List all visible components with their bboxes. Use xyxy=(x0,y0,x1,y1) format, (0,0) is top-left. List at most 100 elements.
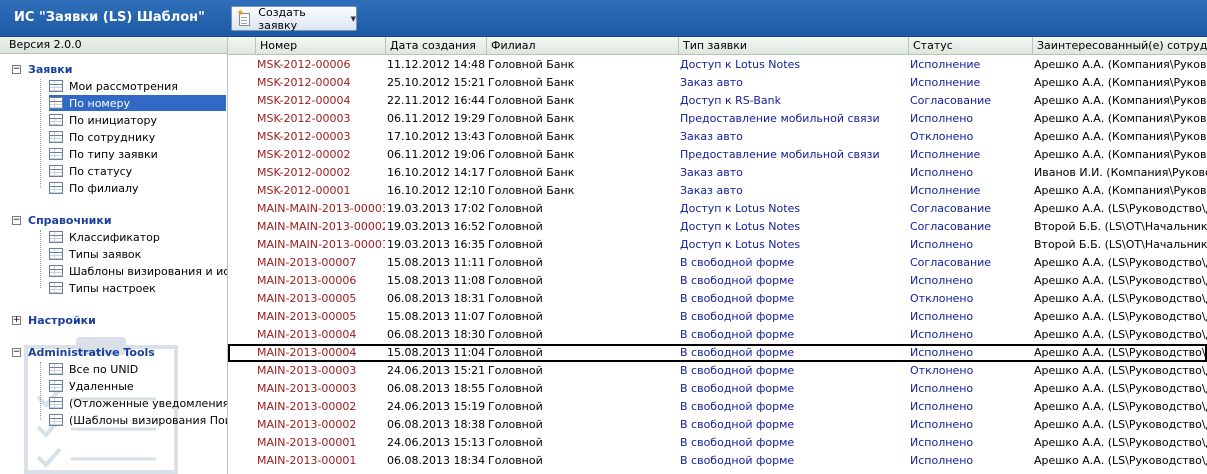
table-row[interactable]: MSK-2012-00003 17.10.2012 13:43 Головной Б… xyxy=(228,128,1207,146)
nav-label: По номеру xyxy=(69,96,130,110)
cell-created: 15.08.2013 11:11 xyxy=(387,256,486,269)
table-row[interactable]: MAIN-2013-00003 24.06.2013 15:21 Головной В… xyxy=(228,362,1207,380)
table-row[interactable]: MAIN-2013-00003 06.08.2013 18:55 Головной В… xyxy=(228,380,1207,398)
view-icon xyxy=(49,80,63,92)
app-header: ИС "Заявки (LS) Шаблон" ✦ Создать заявку… xyxy=(0,0,1207,37)
cell-type: В свободной форме xyxy=(680,418,795,431)
nav-approval-templates[interactable]: Шаблоны визирования и испол xyxy=(49,263,227,279)
collapse-icon[interactable]: − xyxy=(12,216,21,225)
col-header-status[interactable]: Статус xyxy=(908,37,1032,55)
cell-status: Исполнено xyxy=(910,328,974,341)
nav-by-type[interactable]: По типу заявки xyxy=(49,146,162,162)
cell-type: Доступ к Lotus Notes xyxy=(680,238,801,251)
col-header-type[interactable]: Тип заявки xyxy=(678,37,908,55)
table-row[interactable]: MAIN-2013-00004 06.08.2013 18:30 Головной В… xyxy=(228,326,1207,344)
nav-request-types[interactable]: Типы заявок xyxy=(49,246,145,262)
col-header-created[interactable]: Дата создания xyxy=(385,37,486,55)
section-admin-tools[interactable]: − Administrative Tools xyxy=(12,346,155,359)
grid-header: Номер Дата создания Филиал Тип заявки Ст… xyxy=(228,37,1207,55)
cell-created: 19.03.2013 16:35 xyxy=(387,238,486,251)
nav-by-number[interactable]: По номеру xyxy=(49,95,226,111)
cell-created: 06.08.2013 18:34 xyxy=(387,454,486,467)
expand-icon[interactable]: + xyxy=(12,316,21,325)
cell-status: Согласование xyxy=(910,202,992,215)
nav-label: (Отложенные уведомления) xyxy=(69,396,228,410)
cell-status: Исполнено xyxy=(910,382,974,395)
nav-setting-types[interactable]: Типы настроек xyxy=(49,280,160,296)
table-row[interactable]: MSK-2012-00002 16.10.2012 14:17 Головной Б… xyxy=(228,164,1207,182)
nav-by-employee[interactable]: По сотруднику xyxy=(49,129,159,145)
section-requests[interactable]: − Заявки xyxy=(12,63,72,76)
col-header-branch[interactable]: Филиал xyxy=(486,37,678,55)
cell-branch: Головной Банк xyxy=(488,94,575,107)
cell-type: В свободной форме xyxy=(680,436,795,449)
collapse-icon[interactable]: − xyxy=(12,348,21,357)
cell-type: В свободной форме xyxy=(680,364,795,377)
cell-status: Согласование xyxy=(910,256,992,269)
table-row[interactable]: MAIN-2013-00001 24.06.2013 15:13 Головной В… xyxy=(228,434,1207,452)
table-row[interactable]: MAIN-2013-00004 15.08.2013 11:04 Головной В… xyxy=(228,344,1207,362)
cell-type: В свободной форме xyxy=(680,310,795,323)
table-row[interactable]: MAIN-MAIN-2013-00003 19.03.2013 17:02 Голо… xyxy=(228,200,1207,218)
nav-approval-templates-search[interactable]: (Шаблоны визирования Поиск) xyxy=(49,412,227,428)
cell-created: 17.10.2012 13:43 xyxy=(387,130,486,143)
cell-type: Предоставление мобильной связи xyxy=(680,148,880,161)
nav-classifier[interactable]: Классификатор xyxy=(49,229,164,245)
table-row[interactable]: MSK-2012-00004 25.10.2012 15:21 Головной Б… xyxy=(228,74,1207,92)
nav-by-branch[interactable]: По филиалу xyxy=(49,180,143,196)
nav-label: Типы заявок xyxy=(69,247,142,261)
table-row[interactable]: MAIN-2013-00001 06.08.2013 18:34 Головной В… xyxy=(228,452,1207,470)
section-references-label: Справочники xyxy=(28,214,112,227)
nav-my-reviews[interactable]: Мои рассмотрения xyxy=(49,78,182,94)
cell-type: В свободной форме xyxy=(680,328,795,341)
table-row[interactable]: MSK-2012-00004 22.11.2012 16:44 Головной Б… xyxy=(228,92,1207,110)
table-row[interactable]: MAIN-MAIN-2013-00002 19.03.2013 16:52 Голо… xyxy=(228,218,1207,236)
cell-employee: Арешко А.А. (LS\Руководство\Дир xyxy=(1034,400,1207,413)
cell-created: 06.08.2013 18:55 xyxy=(387,382,486,395)
cell-employee: Арешко А.А. (LS\Руководство\Дир xyxy=(1034,292,1207,305)
cell-branch: Головной xyxy=(488,454,543,467)
cell-status: Исполнено xyxy=(910,112,974,125)
cell-branch: Головной xyxy=(488,400,543,413)
table-row[interactable]: MSK-2012-00002 06.11.2012 19:06 Головной Б… xyxy=(228,146,1207,164)
cell-number: MAIN-2013-00002 xyxy=(257,400,357,413)
nav-by-initiator[interactable]: По инициатору xyxy=(49,112,161,128)
cell-employee: Второй Б.Б. (LS\ОТ\Начальник отд xyxy=(1034,238,1207,251)
table-row[interactable]: MAIN-2013-00006 15.08.2013 11:08 Головной В… xyxy=(228,272,1207,290)
nav-label: Мои рассмотрения xyxy=(69,79,178,93)
table-row[interactable]: MAIN-2013-00005 06.08.2013 18:31 Головной В… xyxy=(228,290,1207,308)
nav-deleted[interactable]: Удаленные xyxy=(49,378,138,394)
cell-number: MAIN-2013-00002 xyxy=(257,418,357,431)
cell-status: Исполнено xyxy=(910,346,974,359)
cell-created: 19.03.2013 17:02 xyxy=(387,202,486,215)
nav-all-by-unid[interactable]: Все по UNID xyxy=(49,361,142,377)
nav-label: Классификатор xyxy=(69,230,160,244)
table-row[interactable]: MAIN-2013-00007 15.08.2013 11:11 Головной В… xyxy=(228,254,1207,272)
table-row[interactable]: MSK-2012-00001 16.10.2012 12:10 Головной Б… xyxy=(228,182,1207,200)
cell-created: 15.08.2013 11:08 xyxy=(387,274,486,287)
view-icon xyxy=(49,231,63,243)
nav-by-status[interactable]: По статусу xyxy=(49,163,136,179)
nav-deferred-notifications[interactable]: (Отложенные уведомления) xyxy=(49,395,228,411)
collapse-icon[interactable]: − xyxy=(12,65,21,74)
cell-employee: Арешко А.А. (LS\Руководство\Дир xyxy=(1034,256,1207,269)
table-row[interactable]: MSK-2012-00006 11.12.2012 14:48 Головной Б… xyxy=(228,56,1207,74)
table-row[interactable]: MAIN-2013-00002 24.06.2013 15:19 Головной В… xyxy=(228,398,1207,416)
table-row[interactable]: MAIN-MAIN-2013-00001 19.03.2013 16:35 Голо… xyxy=(228,236,1207,254)
section-references[interactable]: − Справочники xyxy=(12,214,112,227)
section-settings[interactable]: + Настройки xyxy=(12,314,96,327)
cell-number: MAIN-2013-00007 xyxy=(257,256,357,269)
cell-branch: Головной Банк xyxy=(488,58,575,71)
create-request-button[interactable]: ✦ Создать заявку ▼ xyxy=(231,6,357,32)
table-row[interactable]: MAIN-2013-00002 06.08.2013 18:38 Головной В… xyxy=(228,416,1207,434)
col-header-number[interactable]: Номер xyxy=(255,37,385,55)
cell-created: 06.08.2013 18:31 xyxy=(387,292,486,305)
view-icon xyxy=(49,165,63,177)
col-header-employee[interactable]: Заинтересованный(е) сотрудник( xyxy=(1032,37,1207,55)
table-row[interactable]: MAIN-2013-00005 15.08.2013 11:07 Головной В… xyxy=(228,308,1207,326)
cell-type: В свободной форме xyxy=(680,256,795,269)
cell-employee: Арешко А.А. (LS\Руководство\Дир xyxy=(1034,328,1207,341)
cell-created: 25.10.2012 15:21 xyxy=(387,76,486,89)
table-row[interactable]: MSK-2012-00003 06.11.2012 19:29 Головной Б… xyxy=(228,110,1207,128)
cell-number: MAIN-MAIN-2013-00003 xyxy=(257,202,385,215)
